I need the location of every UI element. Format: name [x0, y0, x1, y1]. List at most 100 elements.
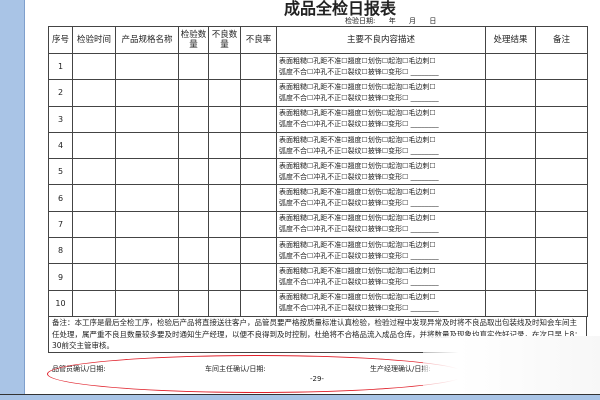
table-row: 6 表面粗糙☐孔距不准☐翘度☐划伤☐起泡☐毛边刺☐ 弧度不合☐冲孔不正☐裂纹☐披锋☐… [48, 184, 588, 212]
defect-line: 弧度不合☐冲孔不正☐裂纹☐披锋☐变形☐ ________ [279, 278, 439, 287]
table-cell [485, 105, 536, 133]
column-header: 检验数量 [178, 26, 209, 54]
table-cell [240, 289, 277, 317]
defect-line: 表面粗糙☐孔距不准☐翘度☐划伤☐起泡☐毛边刺☐ [279, 214, 436, 223]
table-cell [485, 184, 536, 212]
table-cell [240, 105, 277, 133]
table-cell [240, 52, 277, 81]
table-cell [535, 158, 588, 186]
defect-line: 弧度不合☐冲孔不正☐裂纹☐披锋☐变形☐ ________ [279, 199, 439, 208]
table-cell [72, 52, 116, 81]
defect-description: 表面粗糙☐孔距不准☐翘度☐划伤☐起泡☐毛边刺☐ 弧度不合☐冲孔不正☐裂纹☐披锋☐变… [276, 289, 486, 317]
table-cell [115, 184, 179, 212]
table-cell [240, 263, 277, 291]
table-cell [115, 289, 179, 317]
table-cell [535, 79, 588, 107]
bottom-bar [0, 394, 600, 400]
defect-line: 弧度不合☐冲孔不正☐裂纹☐披锋☐变形☐ ________ [279, 251, 439, 260]
table-cell [115, 79, 179, 107]
table-cell [208, 79, 241, 107]
table-cell [178, 158, 209, 186]
row-number: 5 [48, 158, 73, 186]
column-header: 不良数量 [208, 26, 241, 54]
table-cell [485, 210, 536, 239]
table-cell [485, 237, 536, 265]
table-cell [535, 289, 588, 317]
table-row: 1 表面粗糙☐孔距不准☐翘度☐划伤☐起泡☐毛边刺☐ 弧度不合☐冲孔不正☐裂纹☐披锋☐… [48, 52, 588, 81]
inspection-table: 序号 检验时间 产品规格名称 检验数量 不良数量 不良率 主要不良内容描述 处理结果 备注 1 表… [48, 26, 588, 317]
table-cell [485, 79, 536, 107]
defect-line: 表面粗糙☐孔距不准☐翘度☐划伤☐起泡☐毛边刺☐ [279, 161, 436, 170]
defect-line: 弧度不合☐冲孔不正☐裂纹☐披锋☐变形☐ ________ [279, 304, 439, 313]
table-cell [240, 210, 277, 239]
table-cell [72, 263, 116, 291]
defect-description: 表面粗糙☐孔距不准☐翘度☐划伤☐起泡☐毛边刺☐ 弧度不合☐冲孔不正☐裂纹☐披锋☐变… [276, 210, 486, 239]
defect-description: 表面粗糙☐孔距不准☐翘度☐划伤☐起泡☐毛边刺☐ 弧度不合☐冲孔不正☐裂纹☐披锋☐变… [276, 131, 486, 160]
table-cell [240, 79, 277, 107]
table-cell [535, 210, 588, 239]
table-cell [178, 263, 209, 291]
table-cell [178, 79, 209, 107]
table-cell [115, 237, 179, 265]
table-cell [208, 52, 241, 81]
table-cell [208, 210, 241, 239]
row-number: 8 [48, 237, 73, 265]
table-cell [485, 52, 536, 81]
column-header: 检验时间 [72, 26, 116, 54]
defect-line: 弧度不合☐冲孔不正☐裂纹☐披锋☐变形☐ ________ [279, 172, 439, 181]
table-cell [178, 237, 209, 265]
table-row: 2 表面粗糙☐孔距不准☐翘度☐划伤☐起泡☐毛边刺☐ 弧度不合☐冲孔不正☐裂纹☐披锋☐… [48, 79, 588, 107]
defect-line: 弧度不合☐冲孔不正☐裂纹☐披锋☐变形☐ ________ [279, 146, 439, 155]
table-cell [240, 131, 277, 160]
table-cell [115, 52, 179, 81]
defect-line: 表面粗糙☐孔距不准☐翘度☐划伤☐起泡☐毛边刺☐ [279, 240, 436, 249]
defect-description: 表面粗糙☐孔距不准☐翘度☐划伤☐起泡☐毛边刺☐ 弧度不合☐冲孔不正☐裂纹☐披锋☐变… [276, 105, 486, 133]
table-cell [535, 263, 588, 291]
defect-line: 表面粗糙☐孔距不准☐翘度☐划伤☐起泡☐毛边刺☐ [279, 82, 436, 91]
table-cell [535, 237, 588, 265]
table-cell [208, 158, 241, 186]
table-cell [485, 263, 536, 291]
row-number: 9 [48, 263, 73, 291]
table-cell [178, 210, 209, 239]
defect-description: 表面粗糙☐孔距不准☐翘度☐划伤☐起泡☐毛边刺☐ 弧度不合☐冲孔不正☐裂纹☐披锋☐变… [276, 158, 486, 186]
row-number: 2 [48, 79, 73, 107]
defect-description: 表面粗糙☐孔距不准☐翘度☐划伤☐起泡☐毛边刺☐ 弧度不合☐冲孔不正☐裂纹☐披锋☐变… [276, 184, 486, 212]
row-number: 10 [48, 289, 73, 317]
row-number: 1 [48, 52, 73, 81]
table-cell [115, 105, 179, 133]
table-cell [178, 105, 209, 133]
defect-description: 表面粗糙☐孔距不准☐翘度☐划伤☐起泡☐毛边刺☐ 弧度不合☐冲孔不正☐裂纹☐披锋☐变… [276, 263, 486, 291]
table-row: 10 表面粗糙☐孔距不准☐翘度☐划伤☐起泡☐毛边刺☐ 弧度不合☐冲孔不正☐裂纹☐披锋… [48, 289, 588, 317]
table-cell [208, 131, 241, 160]
defect-line: 表面粗糙☐孔距不准☐翘度☐划伤☐起泡☐毛边刺☐ [279, 109, 436, 118]
table-row: 5 表面粗糙☐孔距不准☐翘度☐划伤☐起泡☐毛边刺☐ 弧度不合☐冲孔不正☐裂纹☐披锋☐… [48, 158, 588, 186]
table-row: 9 表面粗糙☐孔距不准☐翘度☐划伤☐起泡☐毛边刺☐ 弧度不合☐冲孔不正☐裂纹☐披锋☐… [48, 263, 588, 291]
table-cell [115, 158, 179, 186]
table-cell [240, 184, 277, 212]
defect-line: 表面粗糙☐孔距不准☐翘度☐划伤☐起泡☐毛边刺☐ [279, 56, 436, 65]
column-header: 处理结果 [485, 26, 536, 54]
table-header: 序号 检验时间 产品规格名称 检验数量 不良数量 不良率 主要不良内容描述 处理结果 备注 [48, 26, 588, 54]
table-cell [535, 105, 588, 133]
row-number: 6 [48, 184, 73, 212]
table-cell [208, 237, 241, 265]
table-cell [72, 131, 116, 160]
table-cell [178, 52, 209, 81]
table-cell [535, 184, 588, 212]
table-cell [240, 158, 277, 186]
table-row: 3 表面粗糙☐孔距不准☐翘度☐划伤☐起泡☐毛边刺☐ 弧度不合☐冲孔不正☐裂纹☐披锋☐… [48, 105, 588, 133]
defect-line: 表面粗糙☐孔距不准☐翘度☐划伤☐起泡☐毛边刺☐ [279, 267, 436, 276]
table-cell [115, 210, 179, 239]
row-number: 7 [48, 210, 73, 239]
table-cell [72, 184, 116, 212]
table-cell [535, 131, 588, 160]
inspection-date: 检验日期: 年 月 日 [345, 17, 437, 25]
table-cell [115, 263, 179, 291]
table-cell [208, 289, 241, 317]
defect-description: 表面粗糙☐孔距不准☐翘度☐划伤☐起泡☐毛边刺☐ 弧度不合☐冲孔不正☐裂纹☐披锋☐变… [276, 52, 486, 81]
column-header: 主要不良内容描述 [276, 26, 486, 54]
row-number: 4 [48, 131, 73, 160]
column-header: 不良率 [240, 26, 277, 54]
defect-description: 表面粗糙☐孔距不准☐翘度☐划伤☐起泡☐毛边刺☐ 弧度不合☐冲孔不正☐裂纹☐披锋☐变… [276, 237, 486, 265]
